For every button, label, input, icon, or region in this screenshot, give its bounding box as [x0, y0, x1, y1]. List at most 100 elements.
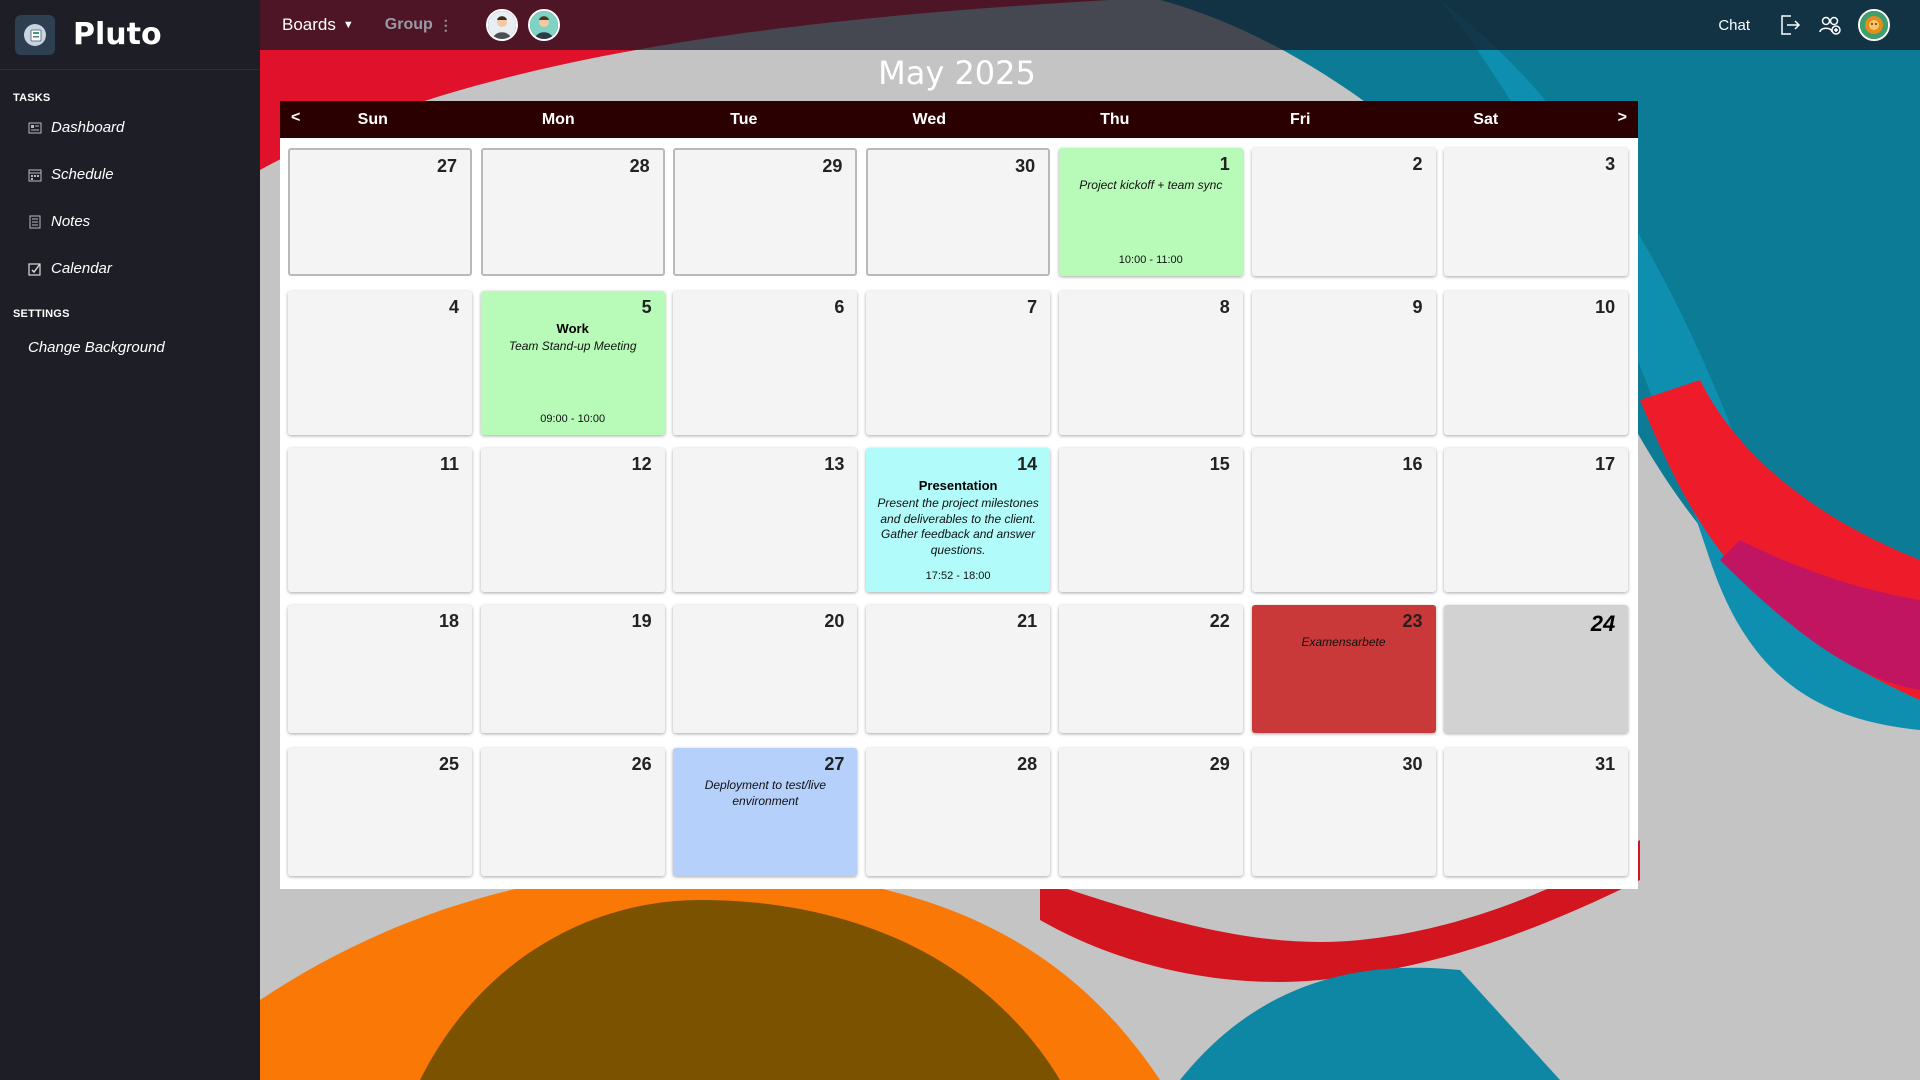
day-cell[interactable]: 21	[866, 605, 1051, 733]
day-cell[interactable]: 10	[1444, 291, 1629, 435]
brand[interactable]: Pluto	[0, 0, 260, 70]
day-cell-outside-month[interactable]: 29	[673, 148, 858, 276]
sidebar-item-label: Dashboard	[51, 119, 125, 136]
day-cell[interactable]: 30	[1251, 748, 1436, 876]
sidebar-item-dashboard[interactable]: Dashboard	[0, 104, 260, 151]
boards-dropdown[interactable]: Boards ▼	[282, 15, 354, 35]
day-cell[interactable]: 14 Presentation Present the project milest…	[866, 448, 1051, 592]
day-number: 7	[1027, 297, 1038, 317]
event-description: Team Stand-up Meeting	[508, 339, 637, 353]
schedule-icon	[28, 168, 42, 182]
sidebar-item-notes[interactable]: Notes	[0, 198, 260, 245]
day-number: 28	[1017, 754, 1038, 774]
day-number: 29	[1209, 754, 1230, 774]
group-menu[interactable]: Group ⋮	[385, 16, 453, 34]
logout-icon[interactable]	[1778, 13, 1802, 37]
dashboard-icon	[28, 121, 42, 135]
prev-month-button[interactable]: <	[291, 109, 300, 127]
day-number: 4	[448, 297, 459, 317]
day-cell[interactable]: 3	[1444, 148, 1629, 276]
day-cell[interactable]: 5 Work Team Stand-up Meeting 09:00 - 10:00	[480, 291, 665, 435]
weekday-label: Sat	[1473, 110, 1499, 128]
day-cell[interactable]: 25	[288, 748, 472, 876]
day-number: 23	[1402, 611, 1423, 631]
member-avatar[interactable]	[527, 9, 560, 41]
day-cell-outside-month[interactable]: 30	[866, 148, 1051, 276]
day-cell[interactable]: 29	[1058, 748, 1243, 876]
day-cell[interactable]: 23 Examensarbete	[1251, 605, 1436, 733]
weekday-header: < Sun Mon Tue Wed Thu Fri Sat >	[280, 101, 1638, 138]
day-number: 1	[1219, 154, 1230, 174]
calendar-icon	[28, 262, 42, 276]
day-cell-outside-month[interactable]: 28	[480, 148, 665, 276]
day-number: 12	[631, 454, 652, 474]
sidebar-item-label: Schedule	[51, 166, 114, 183]
day-cell[interactable]: 8	[1058, 291, 1243, 435]
add-members-icon[interactable]	[1818, 13, 1842, 37]
day-cell[interactable]: 7	[866, 291, 1051, 435]
day-number: 11	[439, 454, 459, 474]
section-title-settings: SETTINGS	[13, 308, 70, 320]
day-number: 3	[1605, 154, 1616, 174]
notes-icon	[28, 215, 42, 229]
main-area: Boards ▼ Group ⋮ Chat May 2025 < Sun Mon…	[260, 0, 1920, 1080]
month-title: May 2025	[878, 54, 1036, 92]
event-description: Deployment to test/live environment	[704, 778, 827, 808]
day-cell[interactable]: 6	[673, 291, 858, 435]
day-cell[interactable]: 27 Deployment to test/live environment	[673, 748, 858, 876]
day-cell[interactable]: 28	[866, 748, 1051, 876]
event-description: Examensarbete	[1301, 635, 1386, 649]
weekday-label: Thu	[1100, 110, 1130, 128]
chat-link[interactable]: Chat	[1718, 17, 1750, 34]
day-number: 18	[438, 611, 459, 631]
day-number: 5	[641, 297, 652, 317]
boards-label: Boards	[282, 15, 336, 34]
day-number: 24	[1590, 611, 1616, 636]
day-number: 17	[1595, 454, 1616, 474]
event-description: Project kickoff + team sync	[1079, 178, 1223, 192]
day-cell[interactable]: 15	[1058, 448, 1243, 592]
app-logo-icon	[15, 14, 55, 55]
event-time: 09:00 - 10:00	[540, 413, 606, 425]
day-number: 9	[1412, 297, 1423, 317]
sidebar-item-label: Calendar	[51, 260, 112, 277]
top-navbar: Boards ▼ Group ⋮ Chat	[260, 0, 1920, 50]
day-cell[interactable]: 13	[673, 448, 858, 592]
day-number: 14	[1017, 454, 1038, 474]
day-cell[interactable]: 9	[1251, 291, 1436, 435]
member-avatar[interactable]	[485, 9, 518, 41]
day-number: 15	[1209, 454, 1230, 474]
chevron-down-icon: ▼	[342, 19, 354, 31]
user-avatar[interactable]	[1858, 9, 1890, 41]
day-cell[interactable]: 17	[1444, 448, 1629, 592]
day-cell[interactable]: 1 Project kickoff + team sync 10:00 - 11:0…	[1058, 148, 1243, 276]
day-cell[interactable]: 2	[1251, 148, 1436, 276]
sidebar-item-label: Notes	[51, 213, 91, 230]
day-cell[interactable]: 19	[480, 605, 665, 733]
sidebar: Pluto TASKS Dashboard Schedule Notes Cal…	[0, 0, 260, 1080]
day-number: 20	[824, 611, 845, 631]
app-name: Pluto	[73, 17, 162, 52]
day-cell[interactable]: 26	[480, 748, 665, 876]
sidebar-item-calendar[interactable]: Calendar	[0, 245, 260, 292]
day-number: 2	[1412, 154, 1423, 174]
next-month-button[interactable]: >	[1618, 109, 1627, 127]
day-number: 30	[1015, 156, 1036, 176]
day-cell[interactable]: 20	[673, 605, 858, 733]
day-cell-today[interactable]: 24	[1444, 605, 1629, 733]
day-cell[interactable]: 4	[288, 291, 472, 435]
sidebar-item-label: Change Background	[28, 339, 165, 356]
day-number: 27	[824, 754, 845, 774]
event-time: 10:00 - 11:00	[1118, 254, 1183, 266]
day-cell-outside-month[interactable]: 27	[288, 148, 472, 276]
day-cell[interactable]: 22	[1058, 605, 1243, 733]
day-cell[interactable]: 11	[288, 448, 472, 592]
day-cell[interactable]: 12	[480, 448, 665, 592]
sidebar-item-schedule[interactable]: Schedule	[0, 151, 260, 198]
day-cell[interactable]: 16	[1251, 448, 1436, 592]
sidebar-item-change-background[interactable]: Change Background	[0, 324, 260, 371]
day-cell[interactable]: 18	[288, 605, 472, 733]
day-cell[interactable]: 31	[1444, 748, 1629, 876]
day-number: 6	[834, 297, 845, 317]
day-number: 19	[631, 611, 652, 631]
